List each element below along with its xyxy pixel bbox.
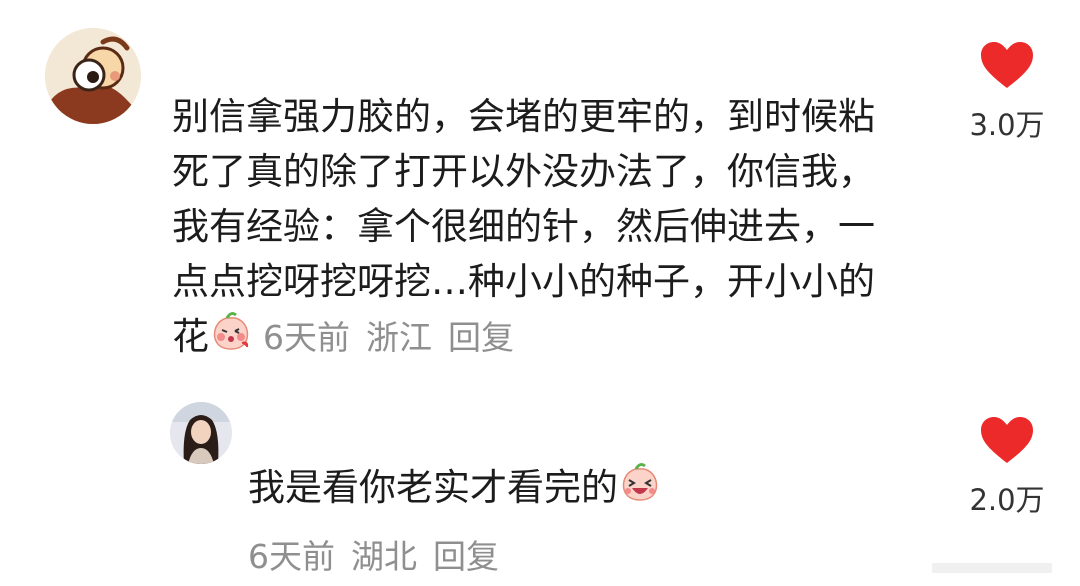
like-button[interactable]: 3.0万	[962, 40, 1052, 144]
watermark-logo	[932, 563, 1052, 573]
photo-avatar-icon	[170, 402, 232, 464]
blushing-peach-emoji-icon	[209, 309, 253, 368]
comment-meta: 6天前 浙江 回复	[263, 318, 514, 357]
comment-time: 6天前	[263, 318, 350, 357]
reply-button[interactable]: 回复	[433, 537, 499, 576]
heart-icon	[981, 417, 1033, 463]
like-button[interactable]: 2.0万	[962, 415, 1052, 519]
reply-button[interactable]: 回复	[448, 318, 514, 357]
laughing-peach-emoji-icon	[618, 460, 662, 519]
comment-location: 浙江	[366, 318, 432, 357]
heart-icon	[981, 42, 1033, 88]
reply-meta: 6天前 湖北 回复	[248, 530, 499, 578]
commenter-avatar[interactable]	[170, 402, 232, 464]
comment-body: 别信拿强力胶的，会堵的更牢的，到时候粘死了真的除了打开以外没办法了，你信我，我有…	[172, 89, 892, 368]
like-count: 3.0万	[969, 108, 1045, 142]
like-count: 2.0万	[969, 483, 1045, 517]
comment-time: 6天前	[248, 537, 335, 576]
comment-location: 湖北	[351, 537, 417, 576]
reply-body: 我是看你老实才看完的	[248, 460, 768, 519]
commenter-avatar[interactable]	[45, 28, 141, 124]
cartoon-avatar-icon	[45, 28, 141, 124]
comment-text: 我是看你老实才看完的	[248, 466, 618, 509]
